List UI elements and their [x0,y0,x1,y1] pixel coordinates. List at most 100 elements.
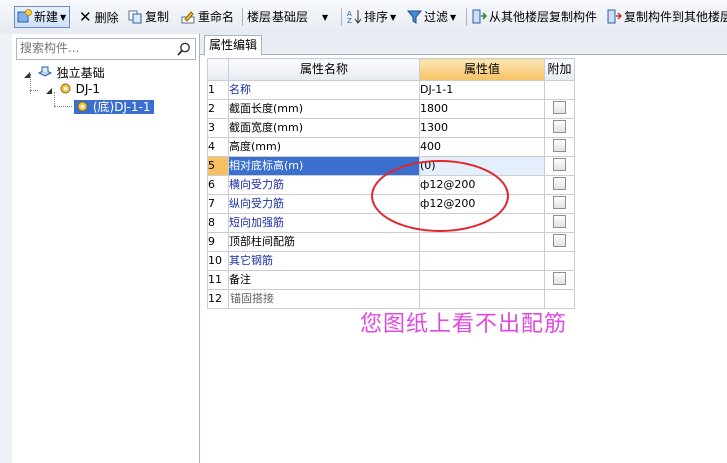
extra-cell [544,80,575,100]
extra-checkbox[interactable] [553,272,566,285]
property-value-cell[interactable] [419,270,545,290]
copy-button[interactable]: 复制 [128,7,169,27]
extra-cell [544,251,575,271]
extra-cell[interactable] [544,232,575,252]
collapse-icon[interactable]: ◢ [24,66,33,83]
row-number: 10 [207,251,229,271]
tree-line [54,106,72,107]
property-value-cell[interactable]: 1800 [419,99,545,119]
delete-label: 删除 [94,11,119,25]
chevron-down-icon: ▼ [60,13,67,22]
copy-label: 复制 [145,10,170,24]
property-name-cell[interactable]: 顶部柱间配筋 [228,232,420,252]
extra-cell[interactable] [544,194,575,214]
table-row[interactable]: 1 名称 DJ-1-1 [207,80,575,100]
property-name-cell[interactable]: 名称 [228,80,420,100]
filter-label: 过滤 [424,10,449,24]
extra-cell[interactable] [544,156,575,176]
table-row[interactable]: 3 截面宽度(mm) 1300 [207,118,575,138]
row-number: 6 [207,175,229,195]
tree-item-dj1-1[interactable]: (底)DJ-1-1 [74,99,155,116]
toolbar: 新建 ▼ ✕ 删除 复制 重命名 楼层 基础层 ▼ A Z 排序 ▼ 过滤 ▼ 从其他楼层复制… [0,0,727,35]
table-row[interactable]: 11 备注 [207,270,575,290]
extra-header[interactable]: 附加 [544,58,575,81]
row-number: 4 [207,137,229,157]
extra-checkbox[interactable] [553,234,566,247]
copy-to-other-floor-button[interactable]: 复制构件到其他楼层 [607,7,727,27]
extra-cell[interactable] [544,99,575,119]
property-name: 相对底标高(m) [229,159,304,172]
extra-cell[interactable] [544,137,575,157]
table-row[interactable]: 10 其它钢筋 [207,251,575,271]
property-name-cell[interactable]: 截面长度(mm) [228,99,420,119]
rename-button[interactable]: 重命名 [181,7,234,27]
extra-checkbox[interactable] [553,158,566,171]
property-name: 备注 [229,273,252,286]
annotation-text: 您图纸上看不出配筋 [360,312,568,337]
extra-cell[interactable] [544,270,575,290]
property-name-cell[interactable]: 备注 [228,270,420,290]
property-panel: 属性编辑 属性名称 属性值 附加 1 名称 DJ-1-1 2 截面长度(mm) 1800 3… [200,34,727,463]
search-input[interactable] [17,39,170,57]
property-name: 锚固搭接 [230,292,274,305]
chevron-down-icon: ▼ [322,13,329,22]
property-value-cell[interactable]: DJ-1-1 [419,80,545,100]
copy-from-other-floor-label: 从其他楼层复制构件 [489,10,598,24]
row-number: 1 [207,80,229,100]
floor-select[interactable]: 基础层 ▼ [272,7,338,27]
extra-cell[interactable] [544,118,575,138]
tree-line [30,90,38,91]
filter-button[interactable]: 过滤 ▼ [407,7,456,27]
extra-checkbox[interactable] [553,120,566,133]
property-name: 截面宽度(mm) [229,121,304,134]
property-name-cell[interactable]: 截面宽度(mm) [228,118,420,138]
property-name: 名称 [229,83,252,96]
tab-property-edit[interactable]: 属性编辑 [204,35,263,56]
new-button[interactable]: 新建 ▼ [14,6,71,28]
property-value-header[interactable]: 属性值 [419,58,545,81]
tab-strip: 属性编辑 [200,34,727,56]
property-value-cell[interactable] [419,251,545,271]
toolbar-separator [341,8,342,26]
property-name-cell[interactable]: 高度(mm) [228,137,420,157]
row-number: 12 [207,289,229,309]
extra-checkbox[interactable] [553,215,566,228]
collapse-icon[interactable]: ◢ [46,82,55,99]
rename-label: 重命名 [198,10,235,24]
row-number-header [207,58,229,81]
search-icon[interactable] [176,41,192,57]
extra-cell[interactable] [544,175,575,195]
property-name: 截面长度(mm) [229,102,304,115]
row-number: 11 [207,270,229,290]
delete-button[interactable]: ✕ 删除 [79,7,119,27]
svg-text:Z: Z [347,17,352,24]
search-box[interactable] [16,38,196,60]
row-number: 9 [207,232,229,252]
property-value-cell[interactable] [419,232,545,252]
copy-from-other-floor-button[interactable]: 从其他楼层复制构件 [472,7,597,27]
property-name-header[interactable]: 属性名称 [228,58,420,81]
gear-icon [60,83,71,94]
tree-item-selected[interactable]: (底)DJ-1-1 [74,100,155,114]
tree-item-root[interactable]: ◢ 独立基础 [24,65,105,82]
property-name: 其它钢筋 [229,254,274,267]
tree-item-dj1[interactable]: ◢ DJ-1 [46,81,100,98]
table-row[interactable]: 9 顶部柱间配筋 [207,232,575,252]
row-number: 8 [207,213,229,233]
sort-button[interactable]: A Z 排序 ▼ [347,7,396,27]
extra-checkbox[interactable] [553,139,566,152]
extra-cell[interactable] [544,213,575,233]
copy-icon [128,10,142,24]
tree-item-label: 独立基础 [56,66,105,80]
table-row[interactable]: 2 截面长度(mm) 1800 [207,99,575,119]
copy-from-floor-icon [472,9,487,24]
property-value-cell[interactable]: 1300 [419,118,545,138]
extra-checkbox[interactable] [553,101,566,114]
property-name-cell[interactable]: 其它钢筋 [228,251,420,271]
extra-checkbox[interactable] [553,177,566,190]
table-row[interactable]: 4 高度(mm) 400 [207,137,575,157]
extra-checkbox[interactable] [553,196,566,209]
chevron-down-icon: ▼ [390,13,397,22]
copy-to-floor-icon [607,9,622,24]
property-value-cell[interactable]: 400 [419,137,545,157]
